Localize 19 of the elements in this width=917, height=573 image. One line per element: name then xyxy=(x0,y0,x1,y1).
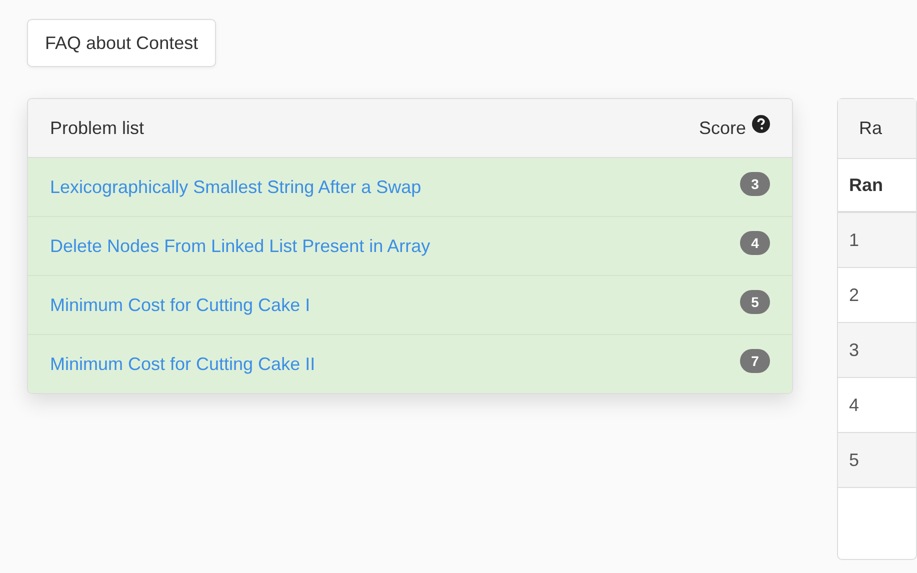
problem-link[interactable]: Minimum Cost for Cutting Cake II xyxy=(50,354,316,374)
score-badge: 7 xyxy=(740,349,770,373)
problem-link[interactable]: Lexicographically Smallest String After a Swap xyxy=(50,176,422,198)
faq-button[interactable]: FAQ about Contest xyxy=(27,19,216,67)
rank-cell: 3 xyxy=(849,340,860,360)
problem-link[interactable]: Minimum Cost for Cutting Cake I xyxy=(50,294,310,316)
problem-link[interactable]: Delete Nodes From Linked List Present in Array xyxy=(50,236,430,256)
help-icon[interactable] xyxy=(752,115,770,133)
score-badge: 3 xyxy=(740,172,770,196)
rank-cell: 4 xyxy=(849,394,860,416)
score-label: Score xyxy=(698,118,746,138)
column-header: Ran xyxy=(849,174,884,196)
score-badge: 4 xyxy=(740,231,770,255)
score-badge: 5 xyxy=(740,290,770,314)
panel-title: Problem list xyxy=(50,118,144,138)
rank-cell: 5 xyxy=(849,450,860,470)
rank-cell: 2 xyxy=(849,284,860,306)
panel-title: Ra xyxy=(859,118,882,139)
rank-cell: 1 xyxy=(849,230,860,250)
